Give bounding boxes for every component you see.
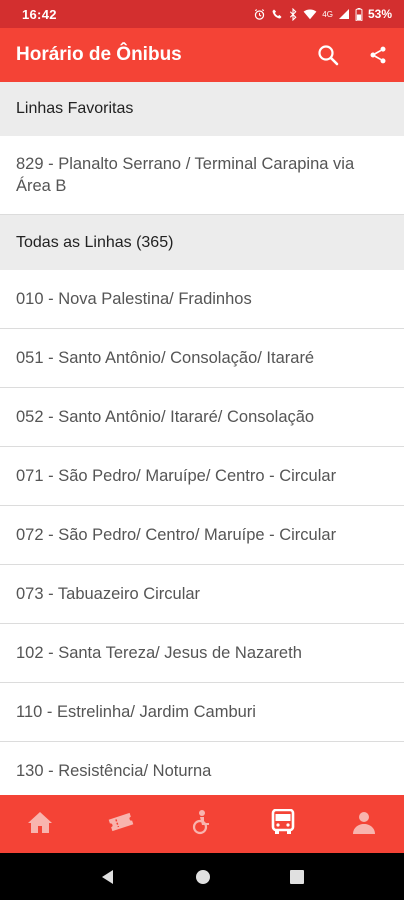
bluetooth-icon xyxy=(288,7,298,21)
app-bar: Horário de Ônibus xyxy=(0,28,404,82)
line-item[interactable]: 051 - Santo Antônio/ Consolação/ Itararé xyxy=(0,329,404,388)
line-label: 110 - Estrelinha/ Jardim Camburi xyxy=(16,703,256,721)
ticket-icon xyxy=(107,811,135,838)
app-title: Horário de Ônibus xyxy=(16,44,182,65)
bottom-navigation xyxy=(0,795,404,853)
bus-icon xyxy=(271,808,295,840)
nav-bus[interactable] xyxy=(253,795,313,853)
all-lines-header: Todas as Linhas (365) xyxy=(0,215,404,270)
line-label: 071 - São Pedro/ Maruípe/ Centro - Circu… xyxy=(16,467,337,485)
share-icon[interactable] xyxy=(368,45,388,65)
line-item[interactable]: 071 - São Pedro/ Maruípe/ Centro - Circu… xyxy=(0,447,404,506)
nav-accessibility[interactable] xyxy=(172,795,232,853)
network-type: 4G xyxy=(322,9,333,19)
status-bar: 16:42 4G 53% xyxy=(0,0,404,28)
line-item[interactable]: 052 - Santo Antônio/ Itararé/ Consolação xyxy=(0,388,404,447)
battery-level: 53% xyxy=(367,7,392,21)
home-button-icon[interactable] xyxy=(195,869,211,885)
status-icons: 4G 53% xyxy=(253,7,392,21)
home-icon xyxy=(27,810,53,839)
system-navigation-bar xyxy=(0,853,404,900)
search-icon[interactable] xyxy=(316,43,340,67)
line-item[interactable]: 130 - Resistência/ Noturna xyxy=(0,742,404,795)
lines-list[interactable]: Linhas Favoritas 829 - Planalto Serrano … xyxy=(0,82,404,795)
battery-icon xyxy=(355,7,363,21)
alarm-icon xyxy=(253,8,266,21)
accessibility-icon xyxy=(191,809,213,840)
favorite-line-item[interactable]: 829 - Planalto Serrano / Terminal Carapi… xyxy=(0,136,404,215)
line-label: 010 - Nova Palestina/ Fradinhos xyxy=(16,290,252,308)
line-label: 072 - São Pedro/ Centro/ Maruípe - Circu… xyxy=(16,526,337,544)
favorite-line-label: 829 - Planalto Serrano / Terminal Carapi… xyxy=(16,155,355,195)
line-item[interactable]: 110 - Estrelinha/ Jardim Camburi xyxy=(0,683,404,742)
all-lines-header-label: Todas as Linhas (365) xyxy=(16,233,174,251)
line-item[interactable]: 102 - Santa Tereza/ Jesus de Nazareth xyxy=(0,624,404,683)
call-icon xyxy=(271,8,283,20)
favorites-header-label: Linhas Favoritas xyxy=(16,100,134,117)
recents-icon[interactable] xyxy=(290,869,305,884)
signal-icon xyxy=(338,8,350,20)
line-label: 073 - Tabuazeiro Circular xyxy=(16,585,201,603)
line-label: 052 - Santo Antônio/ Itararé/ Consolação xyxy=(16,408,315,426)
line-item[interactable]: 010 - Nova Palestina/ Fradinhos xyxy=(0,270,404,329)
line-label: 102 - Santa Tereza/ Jesus de Nazareth xyxy=(16,644,302,662)
nav-home[interactable] xyxy=(10,795,70,853)
user-icon xyxy=(352,810,376,839)
line-item[interactable]: 073 - Tabuazeiro Circular xyxy=(0,565,404,624)
line-item[interactable]: 072 - São Pedro/ Centro/ Maruípe - Circu… xyxy=(0,506,404,565)
favorites-header: Linhas Favoritas xyxy=(0,82,404,136)
nav-profile[interactable] xyxy=(334,795,394,853)
status-time: 16:42 xyxy=(22,6,57,22)
wifi-icon xyxy=(303,8,317,20)
nav-tickets[interactable] xyxy=(91,795,151,853)
back-icon[interactable] xyxy=(100,869,116,885)
line-label: 051 - Santo Antônio/ Consolação/ Itararé xyxy=(16,349,315,367)
line-label: 130 - Resistência/ Noturna xyxy=(16,762,212,780)
